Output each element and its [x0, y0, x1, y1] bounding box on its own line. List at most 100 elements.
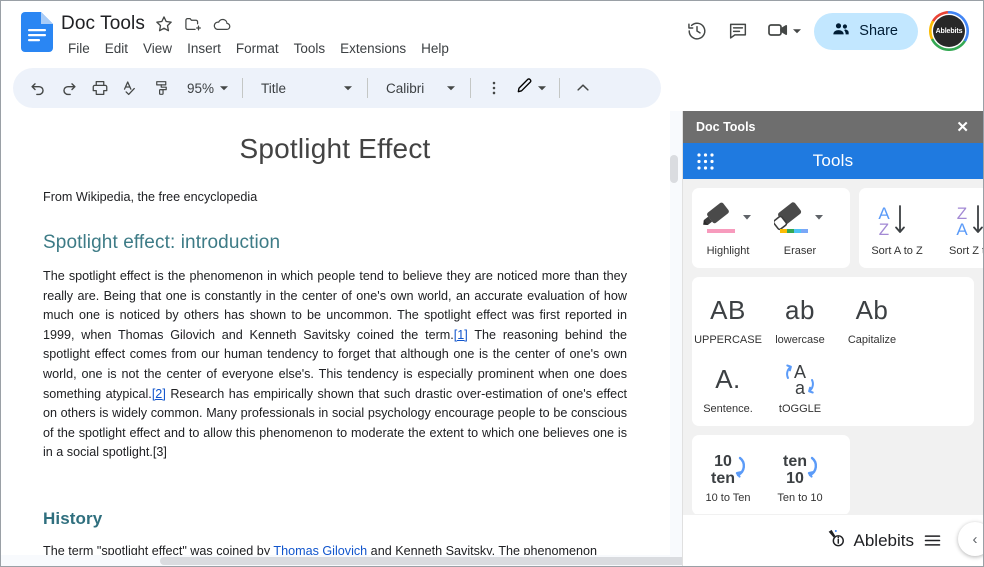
meet-button[interactable]: [760, 12, 807, 50]
sort-a-to-z-tool[interactable]: A Z Sort A to Z: [859, 194, 935, 263]
heading-history: History: [43, 508, 103, 528]
sidebar-header: Doc Tools ✕: [683, 111, 983, 143]
apps-grid-icon[interactable]: [697, 153, 714, 175]
history-text-part-2: and Kenneth Savitsky. The phenomenon: [367, 543, 598, 555]
svg-text:Z: Z: [879, 220, 889, 239]
zoom-control[interactable]: 95%: [178, 73, 234, 103]
version-history-icon[interactable]: [678, 12, 716, 50]
case-group-card: AB UPPERCASE ab lowercase Ab Capitalize …: [692, 277, 974, 426]
uppercase-label: UPPERCASE: [694, 334, 762, 346]
close-icon[interactable]: ✕: [953, 118, 972, 137]
horizontal-scrollbar[interactable]: [1, 555, 682, 566]
svg-text:a: a: [795, 378, 806, 398]
hamburger-icon[interactable]: [922, 530, 943, 551]
vertical-scrollbar-thumb[interactable]: [670, 155, 678, 183]
menu-item-insert[interactable]: Insert: [180, 39, 228, 58]
share-button[interactable]: Share: [814, 12, 918, 50]
highlight-tool-label: Highlight: [706, 245, 750, 257]
sort-z-to-a-tool[interactable]: Z A Sort Z to A: [935, 194, 983, 263]
editing-mode-button[interactable]: [510, 73, 551, 103]
menu-item-extensions[interactable]: Extensions: [333, 39, 413, 58]
highlight-marker-icon: [702, 200, 754, 242]
reference-link-2[interactable]: [2]: [152, 387, 166, 401]
cloud-saved-icon[interactable]: [212, 14, 232, 34]
toggle-case-tool[interactable]: A a tOGGLE: [764, 352, 836, 421]
top-right-actions: Share Ablebits: [678, 8, 971, 51]
ablebits-brand[interactable]: Ablebits: [825, 527, 914, 554]
move-to-folder-icon[interactable]: [183, 14, 203, 34]
paragraph-introduction: The spotlight effect is the phenomenon i…: [43, 267, 627, 463]
sidebar-tools-title: Tools: [812, 151, 854, 170]
menu-item-file[interactable]: File: [61, 39, 97, 58]
horizontal-scrollbar-thumb[interactable]: [160, 557, 682, 565]
pencil-icon: [515, 76, 534, 100]
more-options-icon[interactable]: [479, 73, 509, 103]
uppercase-tool[interactable]: AB UPPERCASE: [692, 283, 764, 352]
ablebits-label: Ablebits: [853, 530, 914, 550]
capitalize-tool[interactable]: Ab Capitalize: [836, 283, 908, 352]
sentence-case-tool[interactable]: A. Sentence.: [692, 352, 764, 421]
document-page[interactable]: Spotlight Effect From Wikipedia, the fre…: [1, 111, 670, 555]
highlight-group-row: Highlight Eraser: [692, 194, 850, 263]
paint-format-icon[interactable]: [147, 73, 177, 103]
google-docs-window: Doc Tools File Edit View Insert Format T…: [0, 0, 984, 567]
title-row: Doc Tools: [61, 10, 678, 38]
svg-text:10: 10: [786, 470, 804, 487]
menu-item-tools[interactable]: Tools: [287, 39, 333, 58]
undo-icon[interactable]: [23, 73, 53, 103]
reference-link-1[interactable]: [1]: [454, 328, 468, 342]
menu-item-edit[interactable]: Edit: [98, 39, 135, 58]
sort-group-card: A Z Sort A to Z Z A Sort Z: [859, 188, 983, 268]
paragraph-style-value: Title: [261, 80, 287, 96]
meet-icon: [766, 18, 790, 45]
number-group-row: 10 ten 10 to Ten ten 10 Ten to 10: [692, 441, 850, 510]
spellcheck-icon[interactable]: [116, 73, 146, 103]
capitalize-label: Capitalize: [847, 334, 897, 346]
uppercase-icon: AB: [710, 289, 746, 331]
comments-icon[interactable]: [719, 12, 757, 50]
redo-icon[interactable]: [54, 73, 84, 103]
word-to-ten-tool[interactable]: ten 10 Ten to 10: [764, 441, 836, 510]
page-title[interactable]: Doc Tools: [61, 13, 145, 35]
font-value: Calibri: [386, 80, 425, 96]
tool-row-1: Highlight Eraser A Z Sort A to Z Z A Sor…: [692, 188, 983, 277]
star-icon[interactable]: [154, 14, 174, 34]
ten-to-word-tool[interactable]: 10 ten 10 to Ten: [692, 441, 764, 510]
highlight-tool[interactable]: Highlight: [692, 194, 764, 263]
chevron-down-icon: [342, 82, 354, 94]
word-to-number-icon: ten 10: [771, 447, 829, 489]
toggle-case-icon: A a: [773, 358, 827, 400]
toolbar-area: 95% Title Calibri: [1, 63, 983, 111]
svg-text:10: 10: [714, 453, 732, 470]
top-bar: Doc Tools File Edit View Insert Format T…: [1, 1, 983, 63]
font-select[interactable]: Calibri: [376, 73, 462, 103]
sort-a-to-z-label: Sort A to Z: [871, 245, 923, 257]
menu-item-view[interactable]: View: [136, 39, 179, 58]
lowercase-tool[interactable]: ab lowercase: [764, 283, 836, 352]
collapse-sidebar-button[interactable]: ‹: [958, 522, 983, 556]
capitalize-glyph: Ab: [855, 294, 889, 325]
collapse-toolbar-icon[interactable]: [568, 73, 598, 103]
thomas-gilovich-link[interactable]: Thomas Gilovich: [273, 544, 367, 555]
document-toolbar: 95% Title Calibri: [13, 68, 661, 108]
sidebar-tools-bar: Tools: [683, 143, 983, 179]
sidebar-header-title: Doc Tools: [696, 120, 756, 134]
menu-item-format[interactable]: Format: [229, 39, 286, 58]
eraser-tool[interactable]: Eraser: [764, 194, 836, 263]
avatar[interactable]: Ablebits: [929, 11, 969, 51]
print-icon[interactable]: [85, 73, 115, 103]
capitalize-icon: Ab: [856, 289, 889, 331]
uppercase-glyph: AB: [710, 294, 746, 325]
sort-az-icon: A Z: [874, 200, 920, 242]
doc-tools-sidebar: Doc Tools ✕ Tools Highlight Eraser A Z S…: [682, 111, 983, 566]
toolbar-divider: [470, 78, 472, 98]
menu-item-help[interactable]: Help: [414, 39, 456, 58]
svg-text:ten: ten: [783, 453, 807, 470]
lowercase-label: lowercase: [775, 334, 825, 346]
paragraph-style-select[interactable]: Title: [251, 73, 359, 103]
title-and-menu: Doc Tools File Edit View Insert Format T…: [61, 8, 678, 58]
chevron-down-icon: [536, 82, 548, 94]
toolbar-divider: [367, 78, 369, 98]
sort-za-icon: Z A: [952, 200, 983, 242]
